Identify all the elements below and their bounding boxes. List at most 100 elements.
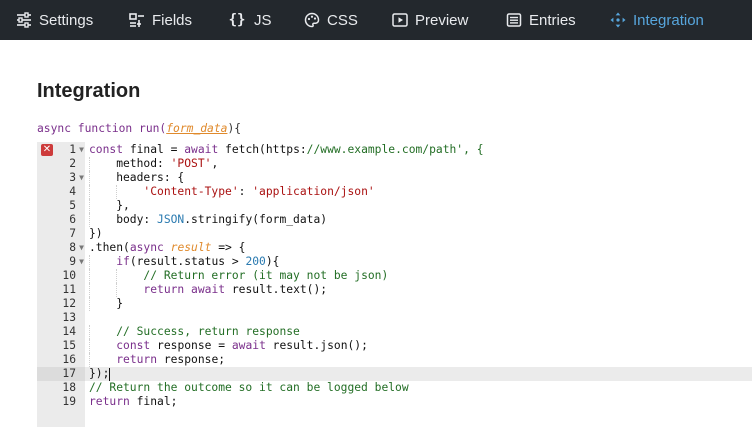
- tab-entries[interactable]: Entries: [505, 0, 576, 40]
- code-line[interactable]: // Return the outcome so it can be logge…: [85, 381, 752, 395]
- function-signature: async function run(form_data){: [37, 122, 241, 135]
- code-editor[interactable]: ✕ 1 ▼ 2 3 ▼ 4 5 6 7 8 ▼ 9 ▼ 10 11 12 13 14 15 16 17 18 19 const…: [37, 142, 752, 427]
- code-line[interactable]: });: [85, 367, 752, 381]
- tab-label: Entries: [529, 11, 576, 29]
- code-text: },: [89, 199, 130, 212]
- gutter-line: 15: [37, 339, 85, 353]
- gutter-line: 2: [37, 157, 85, 171]
- code-line[interactable]: // Success, return response: [85, 325, 752, 339]
- palette-icon: [303, 11, 321, 29]
- line-number: 17: [62, 367, 76, 380]
- tab-settings[interactable]: Settings: [15, 0, 93, 40]
- top-navigation-bar: Settings Fields {} JS CSS Preview Entrie…: [0, 0, 752, 40]
- line-number: 12: [62, 297, 76, 310]
- code-text: return await result.text();: [143, 283, 328, 296]
- code-line[interactable]: return await result.text();: [85, 283, 752, 297]
- tab-label: JS: [254, 11, 272, 29]
- error-marker-icon[interactable]: ✕: [41, 144, 53, 156]
- tab-css[interactable]: CSS: [303, 0, 358, 40]
- play-box-icon: [391, 11, 409, 29]
- page-title: Integration: [37, 80, 141, 102]
- code-text: .then(async result => {: [89, 241, 246, 254]
- fold-toggle-icon[interactable]: ▼: [79, 255, 84, 269]
- gutter-line: 16: [37, 353, 85, 367]
- gutter-line: 9 ▼: [37, 255, 85, 269]
- line-number: 4: [69, 185, 76, 198]
- code-line[interactable]: return response;: [85, 353, 752, 367]
- list-icon: [505, 11, 523, 29]
- line-number: 11: [62, 283, 76, 296]
- code-line[interactable]: 'Content-Type': 'application/json': [85, 185, 752, 199]
- sliders-icon: [15, 11, 33, 29]
- code-line[interactable]: },: [85, 199, 752, 213]
- gutter-line: 8 ▼: [37, 241, 85, 255]
- line-number: 19: [62, 395, 76, 408]
- tab-label: Integration: [633, 11, 704, 29]
- gutter-line: 17: [37, 367, 85, 381]
- code-line[interactable]: [85, 311, 752, 325]
- code-line[interactable]: return final;: [85, 395, 752, 409]
- line-number: 6: [69, 213, 76, 226]
- signature-end: ){: [227, 122, 242, 135]
- line-number: 10: [62, 269, 76, 282]
- gutter-line: 4: [37, 185, 85, 199]
- tab-label: Preview: [415, 11, 469, 29]
- code-line[interactable]: const final = await fetch(https://www.ex…: [85, 143, 752, 157]
- code-line[interactable]: const response = await result.json();: [85, 339, 752, 353]
- tab-label: CSS: [327, 11, 358, 29]
- line-number: 8: [69, 241, 76, 254]
- gutter-line: 12: [37, 297, 85, 311]
- gutter-line: 5: [37, 199, 85, 213]
- code-text: if(result.status > 200){: [116, 255, 280, 268]
- line-number: 15: [62, 339, 76, 352]
- gutter-line: 18: [37, 381, 85, 395]
- code-line[interactable]: }: [85, 297, 752, 311]
- line-number: 5: [69, 199, 76, 212]
- gutter-line: ✕ 1 ▼: [37, 143, 85, 157]
- gutter-line: 10: [37, 269, 85, 283]
- code-line[interactable]: headers: {: [85, 171, 752, 185]
- code-text: });: [89, 367, 111, 381]
- code-text: const response = await result.json();: [116, 339, 368, 352]
- gutter-line: 3 ▼: [37, 171, 85, 185]
- fold-toggle-icon[interactable]: ▼: [79, 171, 84, 185]
- code-text: return final;: [89, 395, 178, 408]
- code-text: method: 'POST',: [89, 157, 219, 170]
- code-line[interactable]: body: JSON.stringify(form_data): [85, 213, 752, 227]
- code-text: 'Content-Type': 'application/json': [143, 185, 375, 198]
- code-text: body: JSON.stringify(form_data): [89, 213, 328, 226]
- tab-preview[interactable]: Preview: [391, 0, 468, 40]
- tab-label: Settings: [39, 11, 94, 29]
- editor-gutter: ✕ 1 ▼ 2 3 ▼ 4 5 6 7 8 ▼ 9 ▼ 10 11 12 13 14 15 16 17 18 19: [37, 142, 85, 427]
- code-text: return response;: [116, 353, 226, 366]
- fields-icon: [128, 11, 146, 29]
- text-cursor: [109, 367, 111, 381]
- code-line[interactable]: method: 'POST',: [85, 157, 752, 171]
- tab-js[interactable]: {} JS: [226, 0, 272, 40]
- signature-param: form_data: [166, 122, 228, 135]
- code-text: }: [89, 297, 124, 310]
- fold-toggle-icon[interactable]: ▼: [79, 241, 84, 255]
- gutter-line: 14: [37, 325, 85, 339]
- line-number: 7: [69, 227, 76, 240]
- tab-fields[interactable]: Fields: [128, 0, 192, 40]
- line-number: 18: [62, 381, 76, 394]
- move-arrows-icon: [609, 11, 627, 29]
- code-text: }): [89, 227, 103, 240]
- line-number: 3: [69, 171, 76, 184]
- line-number: 9: [69, 255, 76, 268]
- code-text: // Success, return response: [116, 325, 300, 338]
- tab-integration[interactable]: Integration: [609, 0, 704, 40]
- code-line[interactable]: // Return error (it may not be json): [85, 269, 752, 283]
- code-text: headers: {: [89, 171, 185, 184]
- braces-icon: {}: [228, 12, 246, 28]
- line-number: 13: [62, 311, 76, 324]
- line-number: 16: [62, 353, 76, 366]
- gutter-line: 11: [37, 283, 85, 297]
- code-line[interactable]: .then(async result => {: [85, 241, 752, 255]
- fold-toggle-icon[interactable]: ▼: [79, 143, 84, 157]
- gutter-line: 6: [37, 213, 85, 227]
- code-line[interactable]: }): [85, 227, 752, 241]
- tab-label: Fields: [152, 11, 193, 29]
- code-line[interactable]: if(result.status > 200){: [85, 255, 752, 269]
